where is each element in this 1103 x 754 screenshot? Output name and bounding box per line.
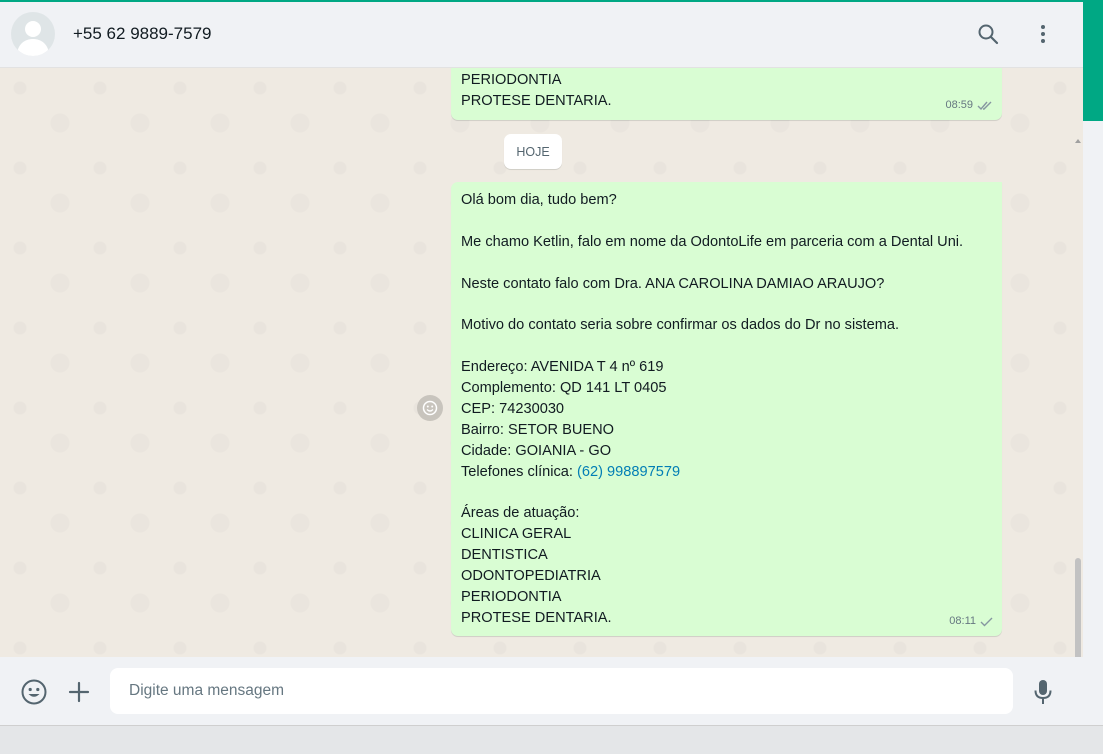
message-line: PERIODONTIA [461, 72, 562, 88]
message-line: Me chamo Ketlin, falo em nome da OdontoL… [461, 233, 964, 250]
voice-message-button[interactable] [1029, 678, 1057, 706]
message-line: Neste contato falo com Dra. ANA CAROLINA… [461, 275, 885, 292]
chat-header: +55 62 9889-7579 [0, 2, 1083, 68]
message-line: Áreas de atuação: [461, 505, 580, 522]
contact-name[interactable]: +55 62 9889-7579 [73, 24, 212, 44]
message-line: Bairro: SETOR BUENO [461, 421, 614, 438]
message-line: Endereço: AVENIDA T 4 nº 619 [461, 359, 664, 376]
phone-label: Telefones clínica: [461, 463, 578, 480]
message-line [461, 336, 963, 357]
search-button[interactable] [975, 21, 1001, 47]
message-line: PROTESE DENTARIA. [461, 92, 612, 109]
chat-scrollbar[interactable] [1073, 136, 1083, 657]
plus-icon [68, 681, 90, 703]
emoji-icon [21, 679, 47, 705]
message-line: CLINICA GERAL [461, 526, 572, 543]
taskbar-edge [0, 725, 1103, 754]
scroll-up-arrow[interactable] [1075, 139, 1081, 143]
day-divider: HOJE [504, 134, 562, 169]
double-check-icon [977, 101, 992, 111]
whatsapp-web-app: +55 62 9889-7579 PERIODONTIA PROTESE DEN… [0, 0, 1083, 725]
contact-avatar[interactable] [11, 12, 55, 56]
react-button[interactable] [417, 395, 443, 421]
message-meta: 08:11 [949, 611, 993, 632]
message-time: 08:59 [945, 99, 973, 112]
message-line-phone: Telefones clínica: (62) 998897579 [461, 462, 963, 483]
message-line [461, 482, 963, 503]
emoji-button[interactable] [20, 678, 48, 706]
message-line: DENTISTICA [461, 547, 548, 564]
single-check-icon [980, 617, 993, 627]
message-line: ODONTOPEDIATRIA [461, 568, 601, 585]
microphone-icon [1034, 680, 1052, 704]
message-line: PROTESE DENTARIA. [461, 609, 612, 626]
side-panel-edge [1083, 0, 1103, 725]
message-list[interactable]: PERIODONTIA PROTESE DENTARIA. 08:59 HOJE [0, 68, 1083, 657]
message-line [461, 294, 963, 315]
phone-link[interactable]: (62) 998897579 [577, 464, 680, 480]
search-icon [978, 24, 999, 45]
message-line [461, 211, 963, 232]
message-composer [0, 657, 1083, 725]
scrollbar-thumb[interactable] [1075, 558, 1081, 657]
message-bubble-previous[interactable]: PERIODONTIA PROTESE DENTARIA. 08:59 [451, 68, 1002, 120]
attach-button[interactable] [65, 678, 93, 706]
message-line: Motivo do contato seria sobre confirmar … [461, 317, 900, 334]
menu-button[interactable] [1030, 21, 1056, 47]
message-line: Olá bom dia, tudo bem? [461, 192, 617, 208]
message-meta: 08:59 [945, 95, 993, 116]
message-time: 08:11 [949, 615, 976, 628]
message-line: PERIODONTIA [461, 588, 562, 605]
emoji-react-icon [422, 400, 438, 416]
message-text: Olá bom dia, tudo bem? Me chamo Ketlin, … [461, 190, 963, 629]
message-bubble-outgoing[interactable]: Olá bom dia, tudo bem? Me chamo Ketlin, … [451, 182, 1002, 636]
kebab-menu-icon [1041, 25, 1045, 43]
message-line: Complemento: QD 141 LT 0405 [461, 380, 667, 397]
top-accent-bar [0, 0, 1103, 2]
message-line [461, 253, 963, 274]
message-line: Cidade: GOIANIA - GO [461, 442, 612, 459]
accent-block [1083, 0, 1103, 121]
message-input[interactable] [110, 668, 1013, 714]
default-avatar-icon [17, 21, 49, 56]
message-line: CEP: 74230030 [461, 400, 565, 417]
